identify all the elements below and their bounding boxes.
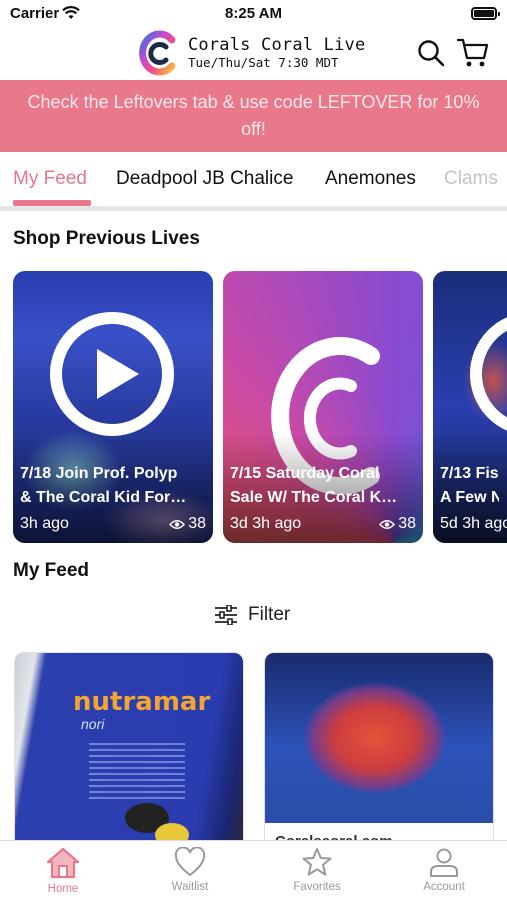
previous-lives-title: Shop Previous Lives <box>13 228 200 249</box>
tab-home[interactable]: Home <box>13 847 113 895</box>
feed-card[interactable]: Coralscoral.com <box>264 652 494 852</box>
my-feed-title: My Feed <box>13 560 90 581</box>
home-icon <box>46 847 80 879</box>
live-title: 7/15 Saturday Coral Sale W/ The Coral K… <box>230 465 398 506</box>
tab-deadpool-jb-chalice[interactable]: Deadpool JB Chalice <box>116 168 293 190</box>
tab-account[interactable]: Account <box>394 847 494 893</box>
tab-favorites-label: Favorites <box>293 881 341 893</box>
status-time: 8:25 AM <box>225 5 282 22</box>
play-icon[interactable] <box>469 311 507 437</box>
person-icon <box>430 848 458 877</box>
live-ago: 5d 3h ago <box>440 515 507 532</box>
live-ago: 3d 3h ago <box>230 515 302 532</box>
tab-waitlist[interactable]: Waitlist <box>140 847 240 893</box>
live-ago: 3h ago <box>20 515 69 532</box>
filter-label: Filter <box>248 604 291 625</box>
live-card[interactable]: 7/18 Join Prof. Polyp & The Coral Kid Fo… <box>13 271 213 543</box>
battery-icon <box>471 7 500 20</box>
cart-icon[interactable] <box>456 36 490 68</box>
tabs-divider <box>0 206 507 211</box>
tab-waitlist-label: Waitlist <box>171 881 209 893</box>
tab-account-label: Account <box>423 881 465 893</box>
status-bar: Carrier 8:25 AM <box>0 0 507 28</box>
filter-button[interactable]: Filter <box>214 604 290 626</box>
feed-card[interactable]: nutramar nori <box>14 652 244 852</box>
live-card[interactable]: 7/13 Fish A Few N 5d 3h ago <box>433 271 507 543</box>
promo-banner[interactable]: Check the Leftovers tab & use code LEFTO… <box>0 80 507 152</box>
play-icon[interactable] <box>49 311 175 437</box>
promo-text: Check the Leftovers tab & use code LEFTO… <box>27 92 480 139</box>
schedule-text: Tue/Thu/Sat 7:30 MDT <box>188 55 339 70</box>
live-title: 7/18 Join Prof. Polyp & The Coral Kid Fo… <box>20 465 187 506</box>
product-label-text <box>89 743 185 803</box>
tab-favorites[interactable]: Favorites <box>267 847 367 893</box>
product-image: nutramar nori <box>15 653 243 851</box>
live-card[interactable]: 7/15 Saturday Coral Sale W/ The Coral K…… <box>223 271 423 543</box>
app-header: Corals Coral Live Tue/Thu/Sat 7:30 MDT <box>0 28 507 80</box>
star-icon <box>302 848 332 876</box>
live-title: 7/13 Fish A Few N <box>440 465 499 506</box>
bottom-tab-bar: Home Waitlist Favorites Account <box>0 840 507 900</box>
search-icon[interactable] <box>416 38 446 68</box>
cc-logo-icon[interactable] <box>136 30 178 76</box>
eye-icon <box>169 519 186 529</box>
product-brand: nutramar <box>73 687 211 717</box>
tab-clams[interactable]: Clams <box>444 168 498 190</box>
product-name: nori <box>81 716 105 732</box>
tab-my-feed[interactable]: My Feed <box>13 168 87 190</box>
heart-icon <box>174 847 206 877</box>
eye-icon <box>379 519 396 529</box>
filter-sliders-icon <box>215 605 237 625</box>
live-views: 38 <box>379 515 416 533</box>
live-views: 38 <box>169 515 206 533</box>
brand-name: Corals Coral Live <box>188 35 366 55</box>
product-image <box>265 653 493 823</box>
tab-home-label: Home <box>47 883 79 895</box>
tab-anemones[interactable]: Anemones <box>325 168 416 190</box>
